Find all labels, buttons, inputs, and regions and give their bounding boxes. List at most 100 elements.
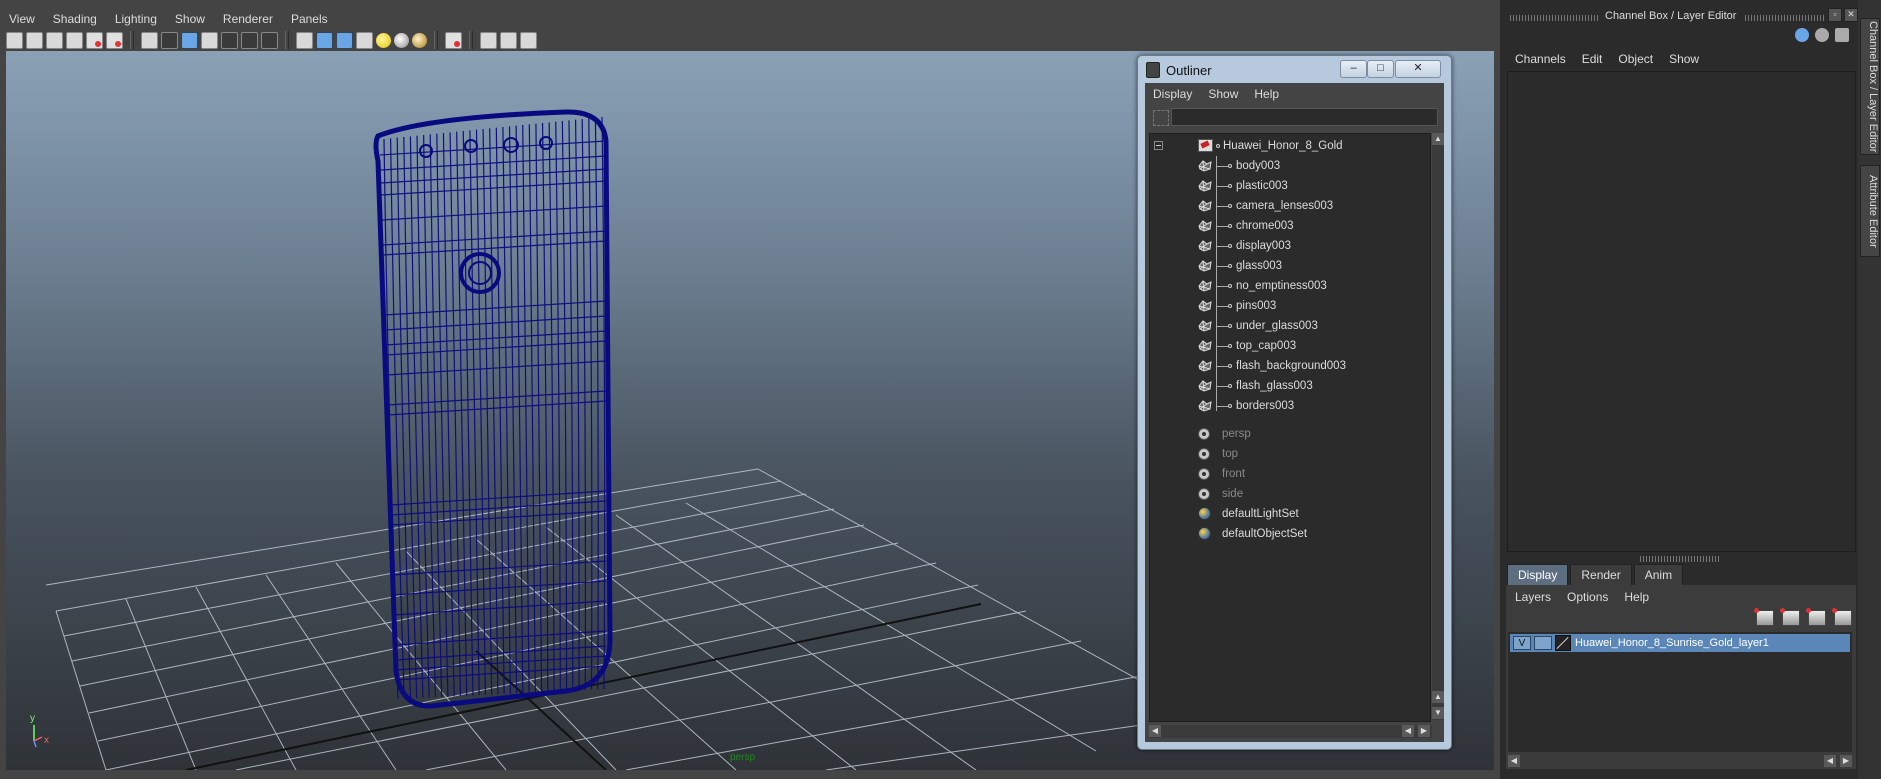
- tab-anim[interactable]: Anim: [1633, 564, 1684, 585]
- outliner-item-child[interactable]: glass003: [1150, 256, 1430, 276]
- outliner-item-child[interactable]: pins003: [1150, 296, 1430, 316]
- xray-components-icon[interactable]: [520, 31, 537, 49]
- outliner-item-defaultlightset[interactable]: defaultLightSet: [1150, 504, 1430, 524]
- scroll-up-arrow-icon[interactable]: ▲: [1432, 691, 1444, 703]
- layer-menu-layers[interactable]: Layers: [1507, 590, 1559, 604]
- hyperbolic-icon[interactable]: [1835, 28, 1849, 42]
- image-plane-icon[interactable]: [66, 31, 83, 49]
- menu-shading[interactable]: Shading: [44, 12, 106, 26]
- outliner-item-child[interactable]: body003: [1150, 156, 1430, 176]
- outliner-item-persp[interactable]: persp: [1150, 424, 1430, 444]
- layer-menu-options[interactable]: Options: [1559, 590, 1616, 604]
- filter-icon[interactable]: [1153, 110, 1169, 126]
- outliner-window[interactable]: Outliner – □ ✕ Display Show Help Huawei_…: [1137, 55, 1452, 750]
- outliner-item-child[interactable]: camera_lenses003: [1150, 196, 1430, 216]
- outliner-vertical-scrollbar[interactable]: ▲ ▲ ▼: [1432, 133, 1444, 720]
- screen-space-ao-icon[interactable]: [412, 32, 427, 48]
- outliner-item-child[interactable]: chrome003: [1150, 216, 1430, 236]
- layer-color-swatch[interactable]: [1555, 635, 1571, 651]
- outliner-item-child[interactable]: top_cap003: [1150, 336, 1430, 356]
- maximize-button[interactable]: □: [1367, 60, 1394, 78]
- channel-box-area[interactable]: [1507, 71, 1856, 552]
- layer-menu-help[interactable]: Help: [1616, 590, 1657, 604]
- gate-mask-icon[interactable]: [201, 31, 218, 49]
- outliner-item-top[interactable]: top: [1150, 444, 1430, 464]
- scroll-left-arrow-icon[interactable]: ◀: [1402, 725, 1414, 737]
- outliner-item-child[interactable]: plastic003: [1150, 176, 1430, 196]
- side-tab-channel-box[interactable]: Channel Box / Layer Editor: [1860, 18, 1880, 155]
- bookmark-icon[interactable]: [46, 31, 63, 49]
- outliner-item-child[interactable]: flash_background003: [1150, 356, 1430, 376]
- grid-icon[interactable]: [141, 31, 158, 49]
- camera-icon: [1198, 488, 1210, 500]
- side-tab-attribute-editor[interactable]: Attribute Editor: [1860, 165, 1880, 257]
- outliner-item-side[interactable]: side: [1150, 484, 1430, 504]
- camera-attributes-icon[interactable]: [26, 31, 43, 49]
- tab-display[interactable]: Display: [1507, 564, 1569, 585]
- create-layer-from-selected-icon[interactable]: [1832, 608, 1852, 626]
- minimize-button[interactable]: –: [1340, 60, 1367, 78]
- outliner-item-front[interactable]: front: [1150, 464, 1430, 484]
- smooth-shade-icon[interactable]: [316, 31, 333, 49]
- move-layer-down-icon[interactable]: [1780, 608, 1800, 626]
- scroll-right-arrow-icon[interactable]: ▶: [1840, 755, 1852, 767]
- outliner-item-child[interactable]: under_glass003: [1150, 316, 1430, 336]
- scroll-left-arrow-icon[interactable]: ◀: [1149, 725, 1161, 737]
- menu-renderer[interactable]: Renderer: [214, 12, 282, 26]
- safe-action-icon[interactable]: [241, 31, 258, 49]
- manipulator-icon[interactable]: [1795, 28, 1809, 42]
- outliner-item-root[interactable]: Huawei_Honor_8_Gold: [1150, 136, 1430, 156]
- grease-pencil-icon[interactable]: [106, 31, 123, 49]
- dock-close-button[interactable]: ✕: [1844, 8, 1858, 22]
- layer-type-toggle[interactable]: [1534, 636, 1552, 650]
- menu-lighting[interactable]: Lighting: [106, 12, 166, 26]
- scroll-down-arrow-icon[interactable]: ▼: [1432, 707, 1444, 719]
- scroll-up-arrow-icon[interactable]: ▲: [1432, 133, 1444, 145]
- outliner-menu-display[interactable]: Display: [1145, 87, 1200, 101]
- outliner-search-input[interactable]: [1171, 108, 1438, 126]
- wireframe-icon[interactable]: [296, 31, 313, 49]
- scroll-left-arrow-icon[interactable]: ◀: [1824, 755, 1836, 767]
- safe-title-icon[interactable]: [261, 31, 278, 49]
- menu-show[interactable]: Show: [166, 12, 214, 26]
- select-camera-icon[interactable]: [6, 31, 23, 49]
- close-button[interactable]: ✕: [1395, 60, 1441, 78]
- outliner-menu-help[interactable]: Help: [1246, 87, 1287, 101]
- layer-visibility-toggle[interactable]: V: [1513, 636, 1531, 650]
- outliner-menu-show[interactable]: Show: [1200, 87, 1246, 101]
- textured-icon[interactable]: [356, 31, 373, 49]
- isolate-select-icon[interactable]: [445, 31, 462, 49]
- field-chart-icon[interactable]: [221, 31, 238, 49]
- tab-render[interactable]: Render: [1570, 564, 1632, 585]
- xray-icon[interactable]: [480, 31, 497, 49]
- outliner-item-child[interactable]: display003: [1150, 236, 1430, 256]
- outliner-titlebar[interactable]: Outliner: [1146, 60, 1212, 80]
- default-material-icon[interactable]: [336, 31, 353, 49]
- collapse-toggle[interactable]: [1154, 141, 1163, 150]
- channel-menu-object[interactable]: Object: [1610, 52, 1661, 66]
- menu-view[interactable]: View: [0, 12, 44, 26]
- outliner-item-child[interactable]: no_emptiness003: [1150, 276, 1430, 296]
- layer-row[interactable]: V Huawei_Honor_8_Sunrise_Gold_layer1: [1510, 634, 1850, 652]
- outliner-item-child[interactable]: flash_glass003: [1150, 376, 1430, 396]
- shadows-icon[interactable]: [394, 32, 409, 48]
- menu-panels[interactable]: Panels: [282, 12, 337, 26]
- speed-icon[interactable]: [1815, 28, 1829, 42]
- outliner-item-defaultobjectset[interactable]: defaultObjectSet: [1150, 524, 1430, 544]
- scroll-right-arrow-icon[interactable]: ▶: [1418, 725, 1430, 737]
- create-empty-layer-icon[interactable]: [1806, 608, 1826, 626]
- channel-menu-edit[interactable]: Edit: [1574, 52, 1611, 66]
- scroll-left-arrow-icon[interactable]: ◀: [1508, 755, 1520, 767]
- use-all-lights-icon[interactable]: [376, 32, 391, 48]
- 2d-pan-zoom-icon[interactable]: [86, 31, 103, 49]
- move-layer-up-icon[interactable]: [1754, 608, 1774, 626]
- xray-joints-icon[interactable]: [500, 31, 517, 49]
- float-button[interactable]: ▫: [1828, 8, 1842, 22]
- layer-editor-horizontal-scrollbar[interactable]: ◀ ◀ ▶: [1508, 755, 1852, 767]
- outliner-horizontal-scrollbar[interactable]: ◀ ◀ ▶: [1149, 725, 1432, 738]
- channel-menu-channels[interactable]: Channels: [1507, 52, 1574, 66]
- film-gate-icon[interactable]: [161, 31, 178, 49]
- channel-menu-show[interactable]: Show: [1661, 52, 1707, 66]
- resolution-gate-icon[interactable]: [181, 31, 198, 49]
- outliner-item-child[interactable]: borders003: [1150, 396, 1430, 416]
